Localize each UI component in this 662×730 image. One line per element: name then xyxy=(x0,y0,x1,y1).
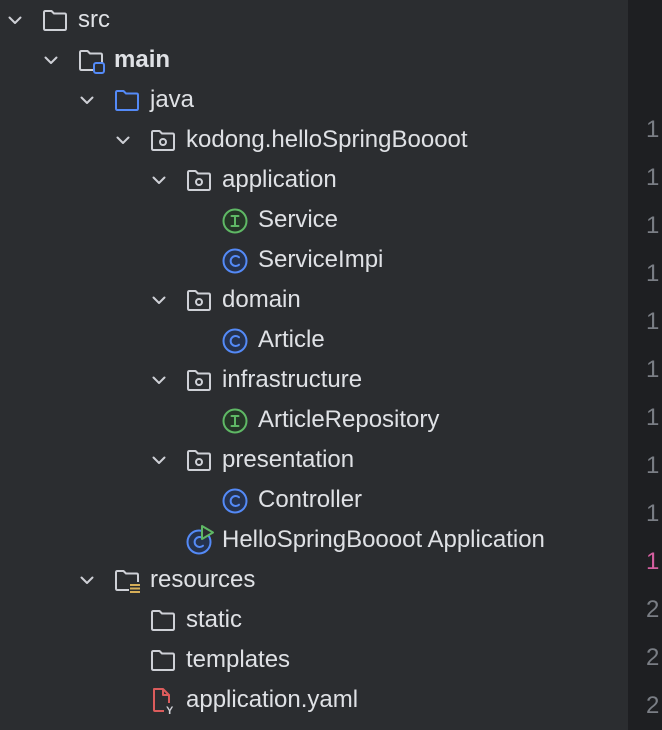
package-icon xyxy=(186,448,214,474)
line-number: 2 xyxy=(646,692,660,719)
chevron-down-icon[interactable] xyxy=(42,51,60,69)
line-number: 1 xyxy=(646,404,660,431)
tree-node-label: Controller xyxy=(258,486,363,513)
java-source-folder-icon xyxy=(114,88,142,114)
tree-node-presentation[interactable]: presentation xyxy=(0,440,628,480)
line-number: 1 xyxy=(646,452,660,479)
line-number: 1 xyxy=(646,260,660,287)
tree-node-label: resources xyxy=(150,566,256,593)
interface-icon xyxy=(222,408,250,434)
chevron-down-icon[interactable] xyxy=(150,451,168,469)
tree-node-partial[interactable] xyxy=(0,720,628,730)
tree-node-java[interactable]: java xyxy=(0,80,628,120)
package-icon xyxy=(186,168,214,194)
tree-node-label: Article xyxy=(258,326,325,353)
tree-node-root-package[interactable]: kodong.helloSpringBoooot xyxy=(0,120,628,160)
tree-node-static[interactable]: static xyxy=(0,600,628,640)
chevron-down-icon[interactable] xyxy=(6,11,24,29)
resources-folder-icon xyxy=(114,568,142,594)
folder-icon xyxy=(150,648,178,674)
tree-node-label: presentation xyxy=(222,446,355,473)
tree-node-label: ServiceImpi xyxy=(258,246,384,273)
tree-node-label: infrastructure xyxy=(222,366,363,393)
tree-node-domain[interactable]: domain xyxy=(0,280,628,320)
class-icon xyxy=(222,328,250,354)
yaml-file-icon: Y xyxy=(150,688,178,717)
chevron-down-icon[interactable] xyxy=(150,291,168,309)
tree-node-src[interactable]: src xyxy=(0,0,628,40)
tree-node-label: HelloSpringBoooot Application xyxy=(222,526,545,553)
package-icon xyxy=(186,288,214,314)
line-number: 2 xyxy=(646,644,660,671)
interface-icon xyxy=(222,208,250,234)
line-number: 1 xyxy=(646,212,660,239)
tree-node-article[interactable]: Article xyxy=(0,320,628,360)
chevron-down-icon[interactable] xyxy=(150,171,168,189)
tree-node-label: domain xyxy=(222,286,301,313)
tree-node-application[interactable]: application xyxy=(0,160,628,200)
line-number: 1 xyxy=(646,308,660,335)
tree-node-infrastructure[interactable]: infrastructure xyxy=(0,360,628,400)
tree-node-templates[interactable]: templates xyxy=(0,640,628,680)
tree-node-label: application.yaml xyxy=(186,686,359,713)
package-icon xyxy=(186,368,214,394)
project-tree: src main java kodong.helloSpringBoooot a… xyxy=(0,0,628,730)
line-number: 1 xyxy=(646,356,660,383)
chevron-down-icon[interactable] xyxy=(78,571,96,589)
spring-boot-application-icon xyxy=(186,525,214,555)
tree-node-service[interactable]: Service xyxy=(0,200,628,240)
chevron-down-icon[interactable] xyxy=(78,91,96,109)
folder-icon xyxy=(42,8,70,34)
class-icon xyxy=(222,488,250,514)
line-number: 1 xyxy=(646,164,660,191)
tree-node-articlerepository[interactable]: ArticleRepository xyxy=(0,400,628,440)
folder-icon xyxy=(150,608,178,634)
line-number: 2 xyxy=(646,596,660,623)
tree-node-label: src xyxy=(78,6,110,33)
tree-node-controller[interactable]: Controller xyxy=(0,480,628,520)
tree-node-serviceimpi[interactable]: ServiceImpi xyxy=(0,240,628,280)
tree-node-label: templates xyxy=(186,646,291,673)
tree-node-label: ArticleRepository xyxy=(258,406,440,433)
tree-node-label: java xyxy=(150,86,195,113)
chevron-down-icon[interactable] xyxy=(114,131,132,149)
tree-node-label: main xyxy=(114,46,171,73)
package-icon xyxy=(150,128,178,154)
active-line-number: 1 xyxy=(646,548,660,575)
chevron-down-icon[interactable] xyxy=(150,371,168,389)
line-number: 1 xyxy=(646,116,660,143)
svg-text:Y: Y xyxy=(166,705,174,717)
tree-node-main[interactable]: main xyxy=(0,40,628,80)
tree-node-main-application[interactable]: HelloSpringBoooot Application xyxy=(0,520,628,560)
tree-node-application-yaml[interactable]: Y application.yaml xyxy=(0,680,628,720)
tree-node-label: application xyxy=(222,166,337,193)
class-icon xyxy=(222,248,250,274)
line-number: 1 xyxy=(646,500,660,527)
tree-node-label: kodong.helloSpringBoooot xyxy=(186,126,468,153)
editor-gutter: 1 1 1 1 1 1 1 1 1 1 2 2 2 xyxy=(628,0,662,730)
tree-node-label: static xyxy=(186,606,243,633)
tree-node-resources[interactable]: resources xyxy=(0,560,628,600)
tree-node-label: Service xyxy=(258,206,339,233)
source-root-folder-icon xyxy=(78,48,106,74)
